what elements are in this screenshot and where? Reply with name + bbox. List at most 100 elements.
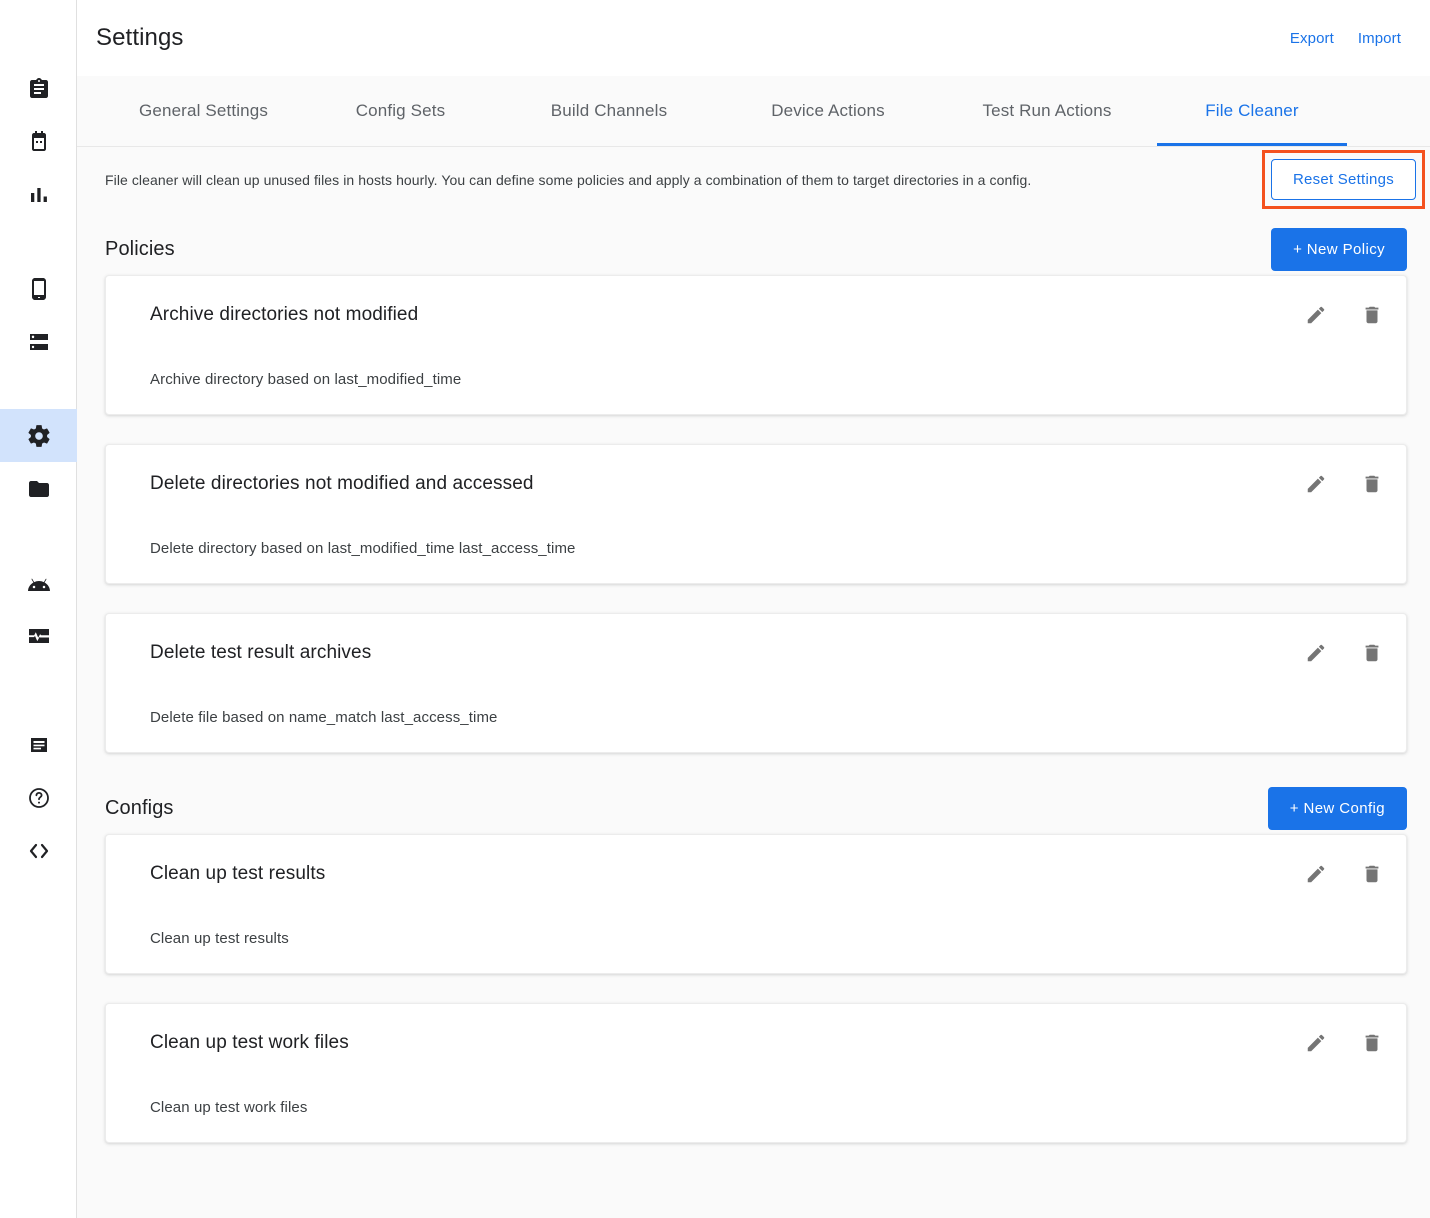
reset-settings-highlight: Reset Settings [1262,150,1425,209]
new-policy-button[interactable]: + New Policy [1271,228,1407,271]
delete-policy-button[interactable] [1360,473,1384,497]
config-card[interactable]: Clean up test work files [105,1003,1407,1143]
sidebar-divider-3 [0,515,76,556]
trash-icon [1361,304,1383,329]
gear-icon [26,423,52,449]
trash-icon [1361,473,1383,498]
config-description: Clean up test work files [150,1099,1384,1116]
sidebar-item-notes[interactable] [0,718,77,771]
export-button[interactable]: Export [1284,24,1340,53]
pencil-icon [1305,1032,1327,1057]
tab-build-channels[interactable]: Build Channels [499,76,719,146]
edit-policy-button[interactable] [1304,473,1328,497]
policy-card-header: Delete test result archives [150,640,1384,666]
sidebar-item-hosts[interactable] [0,315,77,368]
help-circle-icon [27,786,51,810]
config-card-actions [1304,1030,1384,1056]
sidebar-divider-1 [0,221,76,262]
page-title: Settings [96,24,184,52]
policy-card-actions [1304,302,1384,328]
bar-chart-icon [27,183,51,207]
policy-card-actions [1304,471,1384,497]
config-title: Clean up test work files [150,1030,349,1056]
policy-card[interactable]: Delete test result archives [105,613,1407,753]
sidebar-item-developer[interactable] [0,824,77,877]
delete-config-button[interactable] [1360,863,1384,887]
sidebar-item-devices[interactable] [0,262,77,315]
policies-title: Policies [105,238,175,261]
policy-description: Archive directory based on last_modified… [150,371,1384,388]
calendar-icon [27,130,51,154]
new-config-button[interactable]: + New Config [1268,787,1407,830]
code-icon [27,839,51,863]
edit-policy-button[interactable] [1304,304,1328,328]
policy-description: Delete file based on name_match last_acc… [150,709,1384,726]
edit-config-button[interactable] [1304,863,1328,887]
policies-section-header: Policies + New Policy [77,223,1430,275]
article-icon [27,733,51,757]
monitor-heart-icon [27,624,51,648]
sidebar-item-settings[interactable] [0,409,77,462]
file-cleaner-description-row: File cleaner will clean up unused files … [77,147,1430,209]
folder-icon [27,477,51,501]
policy-title: Delete directories not modified and acce… [150,471,534,497]
policy-card-header: Archive directories not modified [150,302,1384,328]
config-card-header: Clean up test results [150,861,1384,887]
pencil-icon [1305,304,1327,329]
phone-icon [27,277,51,301]
sidebar-item-monitoring[interactable] [0,609,77,662]
config-card-actions [1304,861,1384,887]
policy-card-actions [1304,640,1384,666]
config-title: Clean up test results [150,861,325,887]
policies-list: Archive directories not modified [77,275,1430,753]
tab-config-sets[interactable]: Config Sets [302,76,499,146]
sidebar-item-analytics[interactable] [0,168,77,221]
configs-section-header: Configs + New Config [77,782,1430,834]
tab-general-settings[interactable]: General Settings [105,76,302,146]
android-icon [27,571,51,595]
pencil-icon [1305,642,1327,667]
sidebar-item-android[interactable] [0,556,77,609]
file-cleaner-description: File cleaner will clean up unused files … [105,170,1031,190]
app-sidebar [0,0,77,1218]
policy-title: Archive directories not modified [150,302,418,328]
reset-settings-button[interactable]: Reset Settings [1271,159,1416,200]
tab-test-run-actions[interactable]: Test Run Actions [937,76,1157,146]
policy-card[interactable]: Delete directories not modified and acce… [105,444,1407,584]
config-card-header: Clean up test work files [150,1030,1384,1056]
tab-file-cleaner[interactable]: File Cleaner [1157,76,1347,146]
sidebar-item-event-note[interactable] [0,115,77,168]
pencil-icon [1305,473,1327,498]
settings-tabs: General Settings Config Sets Build Chann… [77,76,1430,147]
delete-config-button[interactable] [1360,1032,1384,1056]
settings-page: Settings Export Import General Settings … [0,0,1430,1218]
trash-icon [1361,1032,1383,1057]
clipboard-icon [27,77,51,101]
delete-policy-button[interactable] [1360,304,1384,328]
tab-device-actions[interactable]: Device Actions [719,76,937,146]
sidebar-item-assignment[interactable] [0,62,77,115]
configs-title: Configs [105,797,174,820]
configs-list: Clean up test results [77,834,1430,1143]
config-card[interactable]: Clean up test results [105,834,1407,974]
config-description: Clean up test results [150,930,1384,947]
policy-description: Delete directory based on last_modified_… [150,540,1384,557]
policy-title: Delete test result archives [150,640,371,666]
sidebar-item-help[interactable] [0,771,77,824]
policy-card-header: Delete directories not modified and acce… [150,471,1384,497]
main-area: Settings Export Import General Settings … [77,0,1430,1218]
edit-config-button[interactable] [1304,1032,1328,1056]
server-icon [27,330,51,354]
edit-policy-button[interactable] [1304,642,1328,666]
trash-icon [1361,863,1383,888]
settings-content: General Settings Config Sets Build Chann… [77,76,1430,1218]
top-bar: Settings Export Import [77,0,1430,76]
policy-card[interactable]: Archive directories not modified [105,275,1407,415]
sidebar-divider-4 [0,662,76,718]
sidebar-divider-2 [0,368,76,409]
sidebar-item-files[interactable] [0,462,77,515]
pencil-icon [1305,863,1327,888]
import-button[interactable]: Import [1352,24,1407,53]
delete-policy-button[interactable] [1360,642,1384,666]
topbar-actions: Export Import [1284,24,1430,53]
